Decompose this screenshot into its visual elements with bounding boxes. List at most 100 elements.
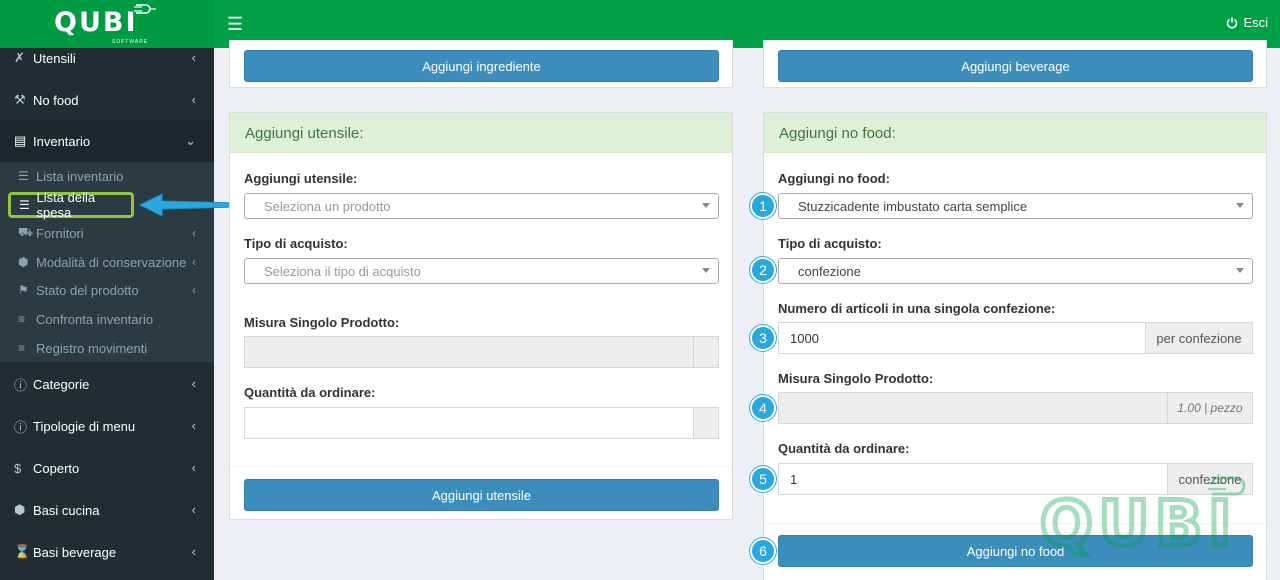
per-pack-addon: per confezione — [1145, 322, 1253, 354]
sidebar-subitem-label: Modalità di conservazione — [36, 254, 187, 270]
sidebar-item-categorie[interactable]: ⓘ Categorie ‹ — [0, 363, 214, 405]
sidebar-subitem-modalita-conservazione[interactable]: ⬢ Modalità di conservazione ‹ — [0, 248, 214, 276]
field-label: Quantità da ordinare: — [244, 385, 376, 400]
no-food-product-select[interactable]: Stuzzicadente imbustato carta semplice — [778, 193, 1253, 219]
table-icon: ▤ — [14, 133, 27, 148]
info-circle-icon: ⓘ — [14, 419, 28, 435]
step-badge: 3 — [750, 325, 776, 351]
no-food-purchase-type-select[interactable]: confezione — [778, 258, 1253, 284]
quantity-unit-addon: confezione — [1167, 463, 1253, 495]
list-icon: ☰ — [19, 198, 30, 212]
no-food-measure-field — [778, 392, 1168, 424]
cube-icon: ⬢ — [18, 255, 29, 269]
no-food-quantity-field[interactable]: 1 — [778, 463, 1168, 495]
sidebar: ✗ Utensili ‹ ⚒ No food ‹ ▤ Inventario ⌄ … — [0, 48, 214, 580]
beverage-panel: Aggiungi beverage — [763, 40, 1267, 88]
sidebar-subitem-label: Confronta inventario — [36, 311, 154, 327]
sidebar-subitem-stato-prodotto[interactable]: ⚑ Stato del prodotto ‹ — [0, 276, 214, 304]
field-label: Quantità da ordinare: — [778, 441, 910, 456]
select-placeholder: Seleziona un prodotto — [264, 198, 391, 214]
field-label: Tipo di acquisto: — [244, 236, 348, 251]
power-icon — [1227, 17, 1238, 28]
sidebar-subitem-registro-movimenti[interactable]: ≡ Registro movimenti — [0, 334, 214, 362]
field-label: Aggiungi no food: — [778, 171, 890, 186]
hourglass-icon: ⌛ — [14, 544, 31, 559]
sidebar-subitem-label: Lista inventario — [36, 168, 124, 184]
caret-down-icon — [702, 203, 710, 208]
add-utensile-button[interactable]: Aggiungi utensile — [244, 479, 719, 511]
bars-icon[interactable]: ☰ — [227, 14, 243, 34]
dollar-icon: $ — [14, 460, 22, 476]
sidebar-item-coperto[interactable]: $ Coperto ‹ — [0, 447, 214, 489]
sidebar-subitem-label: Stato del prodotto — [36, 282, 139, 298]
product-select[interactable]: Seleziona un prodotto — [244, 193, 719, 219]
sidebar-item-label: Coperto — [33, 460, 80, 476]
flag-icon: ⚑ — [18, 283, 29, 297]
bars-icon: ≡ — [18, 312, 26, 326]
logo-text: QUBI — [54, 7, 138, 38]
sidebar-item-label: Inventario — [33, 133, 91, 149]
cube-icon: ⬢ — [14, 502, 26, 517]
sidebar-subitem-confronta-inventario[interactable]: ≡ Confronta inventario — [0, 305, 214, 333]
sidebar-item-basi-cucina[interactable]: ⬢ Basi cucina ‹ — [0, 489, 214, 531]
measure-addon — [693, 336, 719, 368]
caret-down-icon — [702, 268, 710, 273]
step-badge: 5 — [750, 466, 776, 492]
sidebar-subitem-lista-inventario[interactable]: ☰ Lista inventario — [0, 162, 214, 190]
add-beverage-button[interactable]: Aggiungi beverage — [778, 50, 1253, 82]
sidebar-item-basi-beverage[interactable]: ⌛ Basi beverage ‹ — [0, 531, 214, 573]
add-ingredient-button[interactable]: Aggiungi ingrediente — [244, 50, 719, 82]
callout-arrow-icon — [138, 193, 237, 217]
chevron-left-icon: ‹ — [191, 460, 196, 475]
sidebar-subitem-lista-della-spesa[interactable]: ☰ Lista della spesa — [8, 190, 134, 220]
wrench-icon: ⚒ — [14, 92, 26, 107]
sidebar-item-utensili[interactable]: ✗ Utensili ‹ — [0, 37, 214, 79]
chevron-left-icon: ‹ — [192, 283, 196, 297]
chevron-left-icon: ‹ — [191, 418, 196, 433]
list-icon: ☰ — [18, 169, 29, 183]
cutlery-icon: ✗ — [14, 50, 25, 65]
purchase-type-select[interactable]: Seleziona il tipo di acquisto — [244, 258, 719, 284]
ingredient-panel: Aggiungi ingrediente — [229, 40, 733, 88]
sidebar-subitem-fornitori[interactable]: ⛟ Fornitori ‹ — [0, 219, 214, 247]
chevron-left-icon: ‹ — [191, 50, 196, 65]
chevron-left-icon: ‹ — [191, 376, 196, 391]
caret-down-icon — [1236, 203, 1244, 208]
step-badge: 6 — [750, 538, 776, 564]
sidebar-item-label: Basi cucina — [33, 502, 100, 518]
field-label: Aggiungi utensile: — [244, 171, 358, 186]
field-label: Tipo di acquisto: — [778, 236, 882, 251]
sidebar-item-label: Tipologie di menu — [33, 418, 136, 434]
sidebar-item-inventario[interactable]: ▤ Inventario ⌄ — [0, 120, 214, 162]
logout-label: Esci — [1243, 15, 1268, 30]
add-no-food-button[interactable]: Aggiungi no food — [778, 535, 1253, 567]
add-utensile-panel: Aggiungi utensile: Aggiungi utensile: Se… — [229, 112, 733, 520]
sidebar-item-label: Utensili — [33, 50, 76, 66]
field-label: Misura Singolo Prodotto: — [244, 315, 400, 330]
quantity-field[interactable] — [244, 407, 694, 439]
sidebar-item-no-food[interactable]: ⚒ No food ‹ — [0, 79, 214, 121]
add-no-food-panel: Aggiungi no food: Aggiungi no food: Stuz… — [763, 112, 1267, 580]
chevron-left-icon: ‹ — [192, 226, 196, 240]
field-label: Misura Singolo Prodotto: — [778, 371, 934, 386]
chevron-left-icon: ‹ — [192, 255, 196, 269]
chevron-left-icon: ‹ — [191, 502, 196, 517]
items-per-pack-field[interactable]: 1000 — [778, 322, 1146, 354]
sidebar-subitem-label: Fornitori — [36, 225, 84, 241]
logout-button[interactable]: Esci — [1226, 15, 1268, 30]
sidebar-item-label: No food — [33, 92, 79, 108]
truck-icon: ⛟ — [18, 225, 34, 239]
info-circle-icon: ⓘ — [14, 377, 28, 393]
sidebar-subitem-label: Lista della spesa — [36, 190, 96, 220]
select-placeholder: Seleziona il tipo di acquisto — [264, 263, 421, 279]
sidebar-subitem-label: Registro movimenti — [36, 340, 148, 356]
bars-icon: ≡ — [18, 341, 26, 355]
caret-down-icon — [1236, 268, 1244, 273]
chevron-left-icon: ‹ — [191, 544, 196, 559]
select-value: confezione — [798, 263, 861, 279]
sidebar-item-tipologie-menu[interactable]: ⓘ Tipologie di menu ‹ — [0, 405, 214, 447]
chevron-left-icon: ‹ — [191, 92, 196, 107]
panel-title: Aggiungi no food: — [764, 113, 1266, 153]
select-value: Stuzzicadente imbustato carta semplice — [798, 198, 1028, 214]
single-product-measure-field — [244, 336, 694, 368]
